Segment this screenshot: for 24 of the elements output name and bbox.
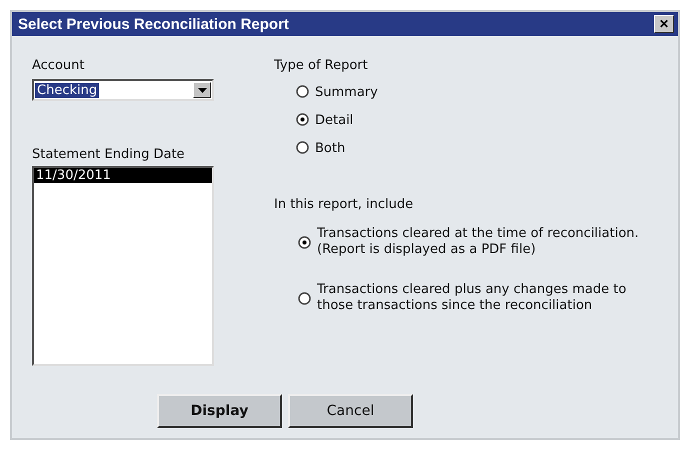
radio-selected[interactable]: [298, 236, 311, 248]
radio-selected[interactable]: [296, 113, 309, 126]
radio-button[interactable]: [296, 85, 309, 98]
radio-button[interactable]: [298, 292, 311, 304]
cancel-button[interactable]: Cancel: [288, 394, 413, 428]
radio-label: Detail: [315, 113, 354, 129]
window-title: Select Previous Reconciliation Report: [18, 16, 289, 32]
account-dropdown[interactable]: Checking: [32, 79, 214, 101]
radio-label: Transactions cleared at the time of reconciliation. (Report is displayed as a PDF file): [317, 226, 639, 258]
display-button[interactable]: Display: [157, 394, 282, 428]
account-value: Checking: [35, 82, 100, 98]
caret-icon: [198, 88, 206, 92]
dropdown-button[interactable]: [193, 82, 211, 98]
radio-label: Summary: [315, 85, 378, 101]
account-label: Account: [32, 58, 86, 73]
date-list-item[interactable]: 11/30/2011: [34, 168, 212, 183]
date-list[interactable]: 11/30/2011: [32, 166, 214, 366]
radio-label: Transactions cleared plus any changes made to those transactions since the reconciliation: [317, 282, 626, 314]
radio-label: Both: [315, 141, 346, 157]
statement-date-label: Statement Ending Date: [32, 147, 186, 162]
close-button[interactable]: ✕: [654, 15, 674, 33]
include-label: In this report, include: [274, 197, 414, 212]
report-type-label: Type of Report: [274, 58, 369, 73]
radio-button[interactable]: [296, 141, 309, 154]
